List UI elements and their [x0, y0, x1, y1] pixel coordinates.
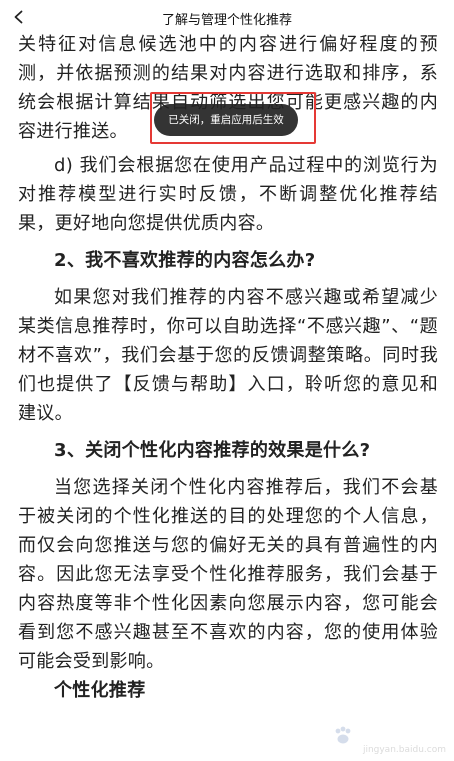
page-title: 了解与管理个性化推荐 [161, 13, 292, 28]
watermark: jingyan.baidu.com [326, 725, 446, 755]
paragraph-4: 当您选择关闭个性化内容推荐后，我们不会基于被关闭的个性化推送的目的处理您的个人信… [18, 477, 438, 672]
heading-3: 3、关闭个性化内容推荐的效果是什么? [54, 440, 371, 461]
paragraph-2: d) 我们会根据您在使用产品过程中的浏览行为对推荐模型进行实时反馈，不断调整优化… [18, 155, 438, 234]
toast-message: 已关闭，重启应用后生效 [154, 104, 298, 136]
heading-2: 2、我不喜欢推荐的内容怎么办? [54, 250, 316, 271]
paragraph-3: 如果您对我们推荐的内容不感兴趣或希望减少某类信息推荐时，你可以自助选择“不感兴趣… [18, 287, 438, 424]
top-bar: 了解与管理个性化推荐 [0, 0, 454, 34]
section-title: 个性化推荐 [54, 680, 146, 701]
watermark-text: jingyan.baidu.com [362, 745, 446, 755]
baidu-paw-icon [335, 726, 351, 744]
